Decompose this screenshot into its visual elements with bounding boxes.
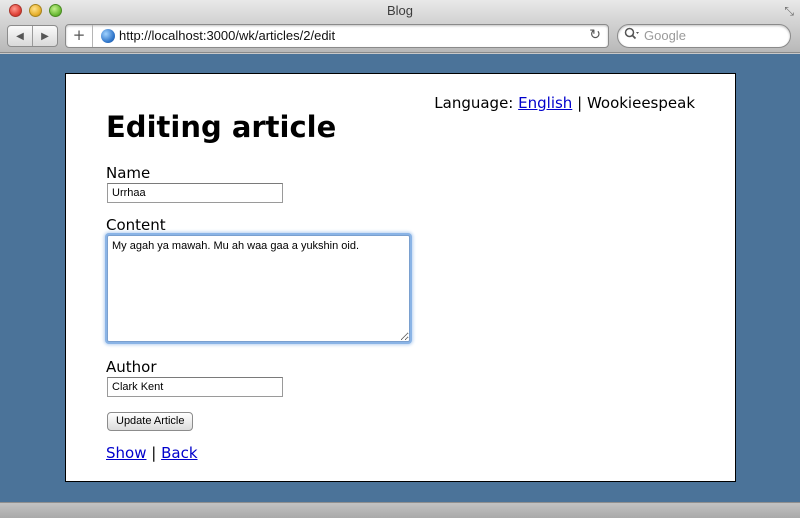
author-field[interactable] xyxy=(107,377,283,397)
name-label: Name xyxy=(106,164,151,182)
footer-separator: | xyxy=(151,444,157,462)
language-link-english[interactable]: English xyxy=(518,94,572,112)
language-switcher: Language: English | Wookieespeak xyxy=(434,94,695,112)
back-link[interactable]: Back xyxy=(161,444,197,462)
status-bar xyxy=(0,502,800,518)
language-label: Language: xyxy=(434,94,514,112)
fullscreen-icon[interactable]: ⤡ xyxy=(784,4,794,19)
forward-button[interactable]: ▶ xyxy=(32,26,57,46)
language-current-wookieespeak: Wookieespeak xyxy=(586,94,695,112)
window-titlebar: Blog ⤡ xyxy=(0,0,800,22)
content-label: Content xyxy=(106,216,166,234)
window-title: Blog xyxy=(386,3,414,18)
search-icon xyxy=(624,27,640,44)
search-input[interactable] xyxy=(644,28,784,43)
name-field[interactable] xyxy=(107,183,283,203)
language-separator: | xyxy=(577,94,583,112)
navigation-buttons: ◀ ▶ xyxy=(7,25,58,47)
browser-toolbar: ◀ ▶ + http://localhost:3000/wk/articles/… xyxy=(0,22,800,53)
add-bookmark-icon[interactable]: + xyxy=(66,25,93,47)
page-viewport: Language: English | Wookieespeak Editing… xyxy=(0,54,800,502)
show-link[interactable]: Show xyxy=(106,444,146,462)
forward-arrow-icon: ▶ xyxy=(41,30,49,42)
back-button[interactable]: ◀ xyxy=(8,26,32,46)
address-bar[interactable]: + http://localhost:3000/wk/articles/2/ed… xyxy=(65,24,609,48)
author-label: Author xyxy=(106,358,157,376)
back-arrow-icon: ◀ xyxy=(16,30,24,42)
url-field[interactable]: http://localhost:3000/wk/articles/2/edit xyxy=(119,28,335,43)
page-container: Language: English | Wookieespeak Editing… xyxy=(65,73,736,482)
search-box[interactable] xyxy=(617,24,791,48)
footer-links: Show | Back xyxy=(106,444,198,462)
content-textarea[interactable]: My agah ya mawah. Mu ah waa gaa a yukshi… xyxy=(107,235,410,342)
page-title: Editing article xyxy=(106,110,337,144)
globe-icon xyxy=(101,29,115,43)
reload-icon[interactable]: ↻ xyxy=(589,27,601,43)
update-article-button[interactable]: Update Article xyxy=(107,412,194,431)
